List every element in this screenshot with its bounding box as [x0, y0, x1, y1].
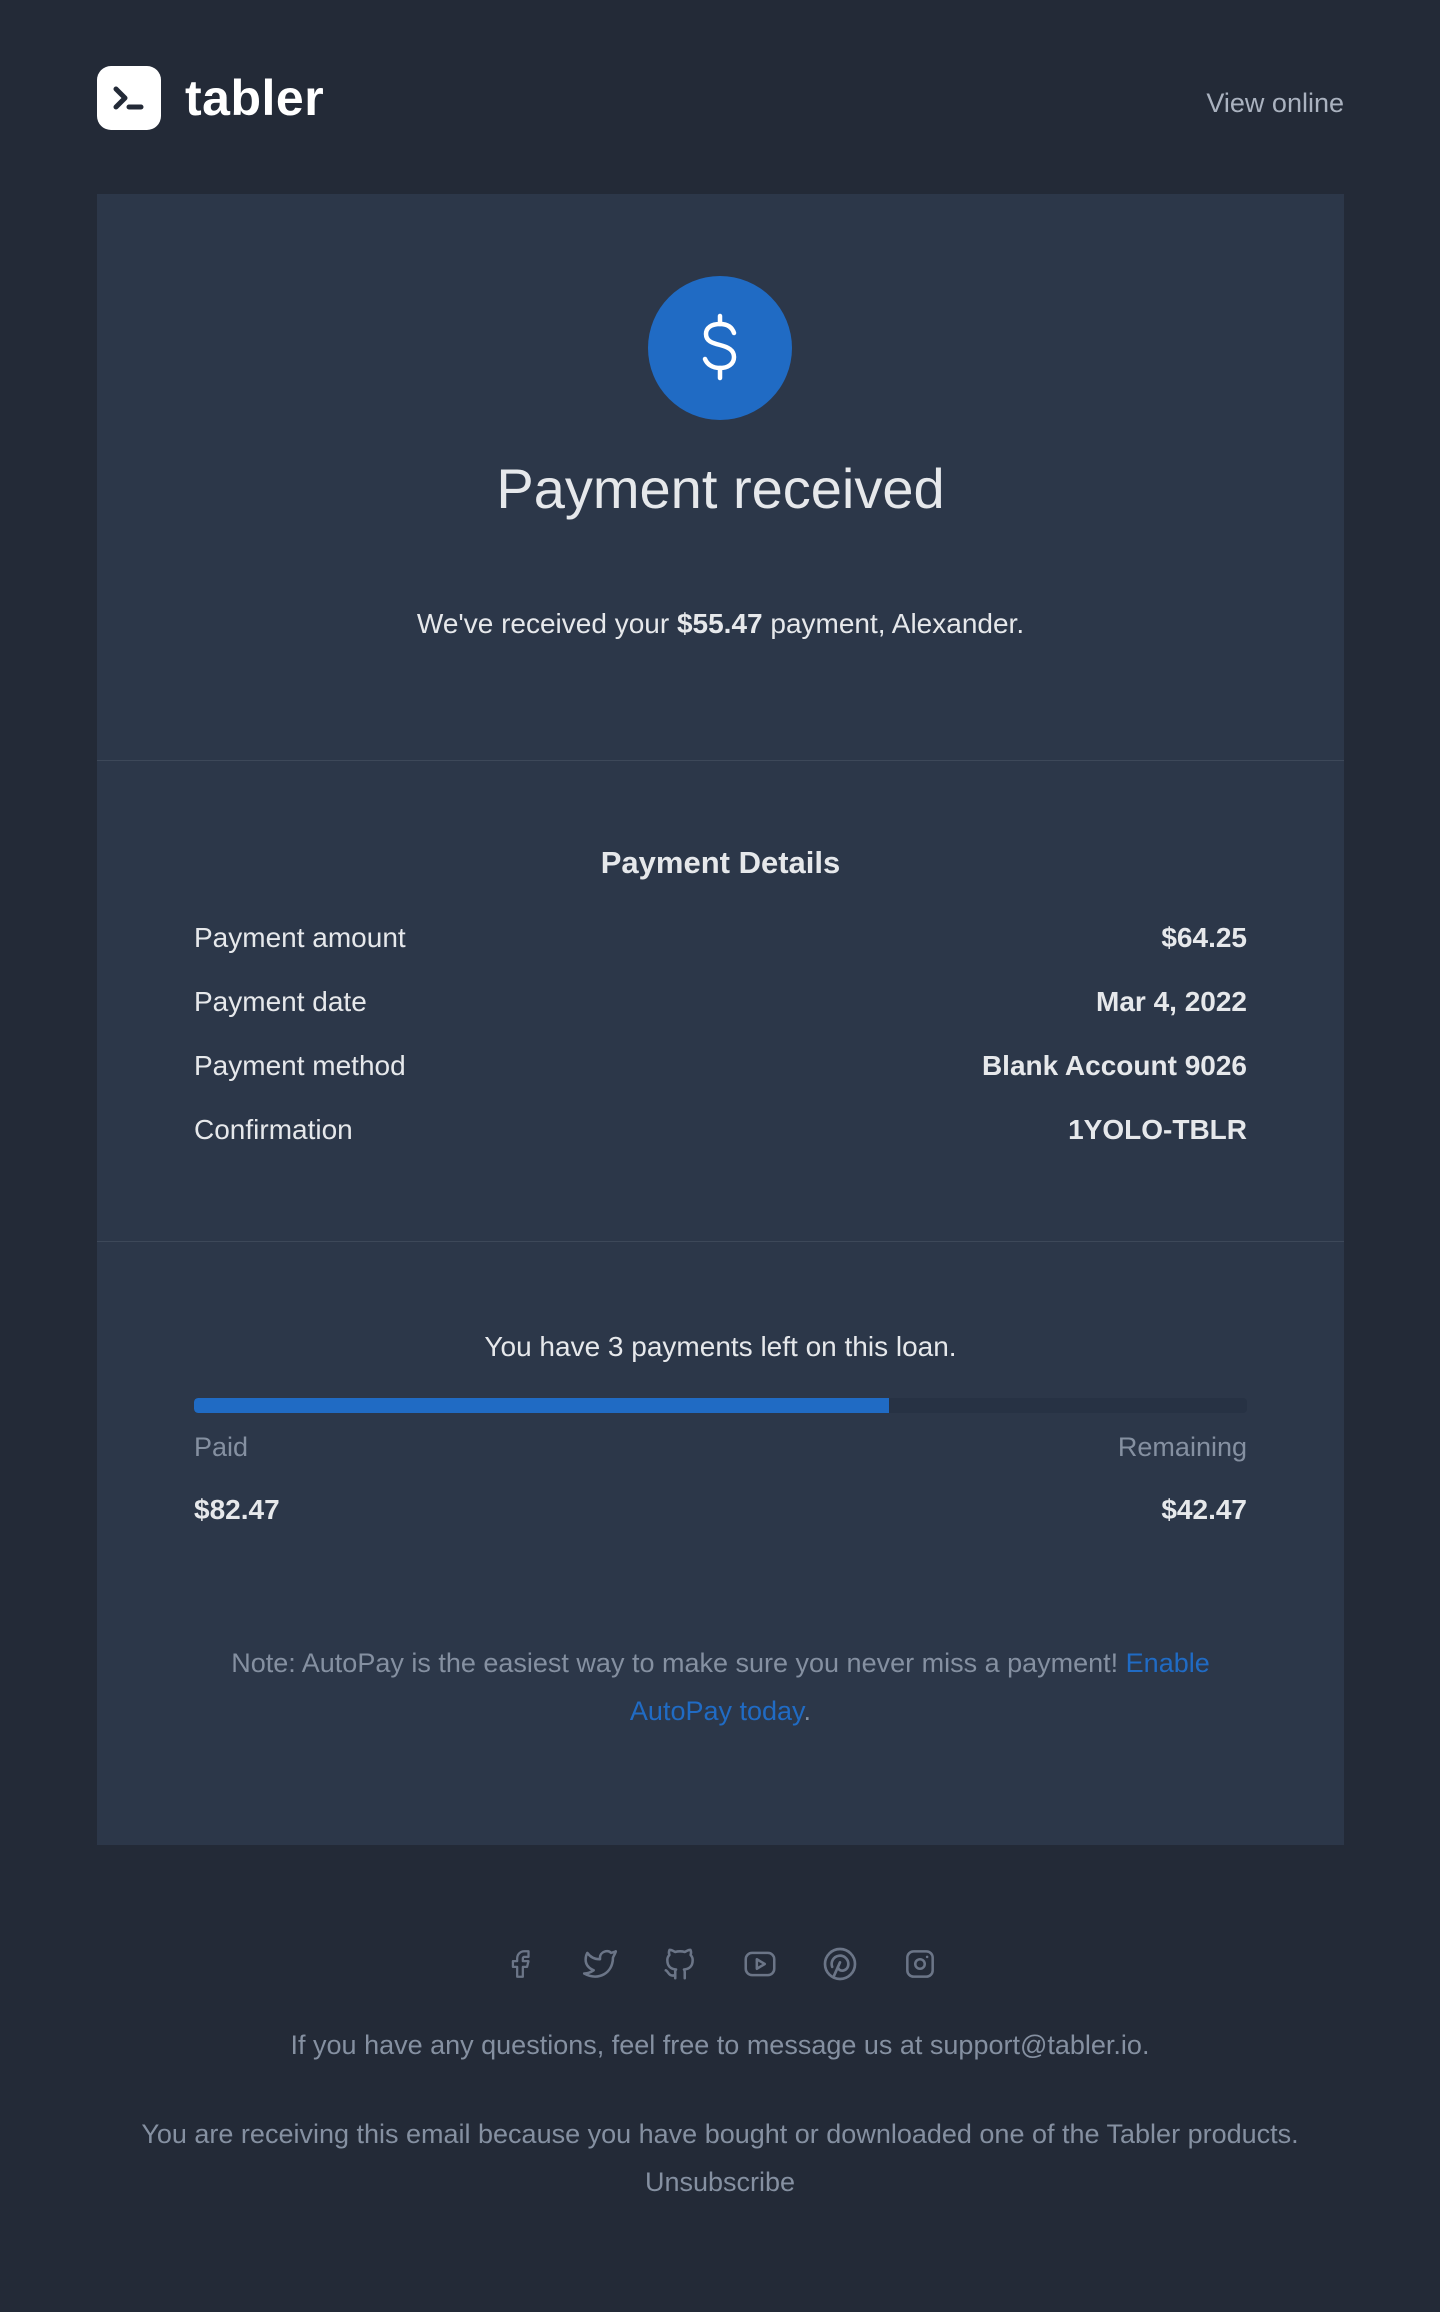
social-links — [0, 1944, 1440, 1984]
logo[interactable]: tabler — [97, 66, 324, 130]
receiving-text: You are receiving this email because you… — [141, 2119, 1299, 2149]
detail-value: Mar 4, 2022 — [1096, 986, 1247, 1017]
twitter-icon[interactable] — [580, 1944, 620, 1984]
summary-prefix: We've received your — [416, 608, 677, 639]
unsubscribe-link[interactable]: Unsubscribe — [645, 2167, 795, 2197]
payment-summary: We've received your $55.47 payment, Alex… — [97, 608, 1344, 640]
detail-row-date: Payment date Mar 4, 2022 — [194, 982, 1247, 1022]
note-text: Note: AutoPay is the easiest way to make… — [231, 1648, 1126, 1678]
logo-text: tabler — [185, 70, 325, 126]
remaining-value: $42.47 — [1161, 1494, 1247, 1525]
detail-row-confirmation: Confirmation 1YOLO-TBLR — [194, 1110, 1247, 1150]
paid-label: Paid — [194, 1432, 249, 1462]
divider — [97, 760, 1344, 761]
detail-row-amount: Payment amount $64.25 — [194, 918, 1247, 958]
detail-label: Confirmation — [194, 1114, 353, 1145]
pinterest-icon[interactable] — [820, 1944, 860, 1984]
detail-label: Payment date — [194, 986, 367, 1017]
dollar-icon — [648, 276, 792, 420]
autopay-note: Note: AutoPay is the easiest way to make… — [194, 1639, 1247, 1735]
remaining-label: Remaining — [1117, 1432, 1247, 1462]
github-icon[interactable] — [660, 1944, 700, 1984]
hero-section: Payment received We've received your $55… — [97, 194, 1344, 760]
detail-value: Blank Account 9026 — [981, 1050, 1247, 1081]
detail-label: Payment method — [194, 1050, 406, 1081]
divider — [97, 1241, 1344, 1242]
detail-value: 1YOLO-TBLR — [1068, 1114, 1247, 1145]
paid-value: $82.47 — [194, 1494, 280, 1525]
loan-status-text: You have 3 payments left on this loan. — [484, 1331, 957, 1362]
email-header: tabler View online — [97, 0, 1344, 194]
youtube-icon[interactable] — [740, 1944, 780, 1984]
page-title: Payment received — [496, 457, 945, 520]
detail-label: Payment amount — [194, 922, 406, 953]
support-text: If you have any questions, feel free to … — [290, 2030, 1150, 2060]
payment-details-title: Payment Details — [600, 845, 841, 880]
detail-row-method: Payment method Blank Account 9026 — [194, 1046, 1247, 1086]
detail-value: $64.25 — [1161, 922, 1247, 953]
terminal-icon — [97, 66, 161, 130]
loan-progress-bar — [194, 1398, 1247, 1413]
email-card: Payment received We've received your $55… — [97, 194, 1344, 1845]
instagram-icon[interactable] — [900, 1944, 940, 1984]
view-online-link[interactable]: View online — [1206, 88, 1344, 119]
summary-amount: $55.47 — [676, 608, 763, 639]
footer-notice: You are receiving this email because you… — [0, 2110, 1440, 2206]
summary-suffix: payment, Alexander. — [762, 608, 1025, 639]
note-end: . — [803, 1696, 812, 1726]
loan-progress-fill — [194, 1398, 889, 1413]
facebook-icon[interactable] — [500, 1944, 540, 1984]
